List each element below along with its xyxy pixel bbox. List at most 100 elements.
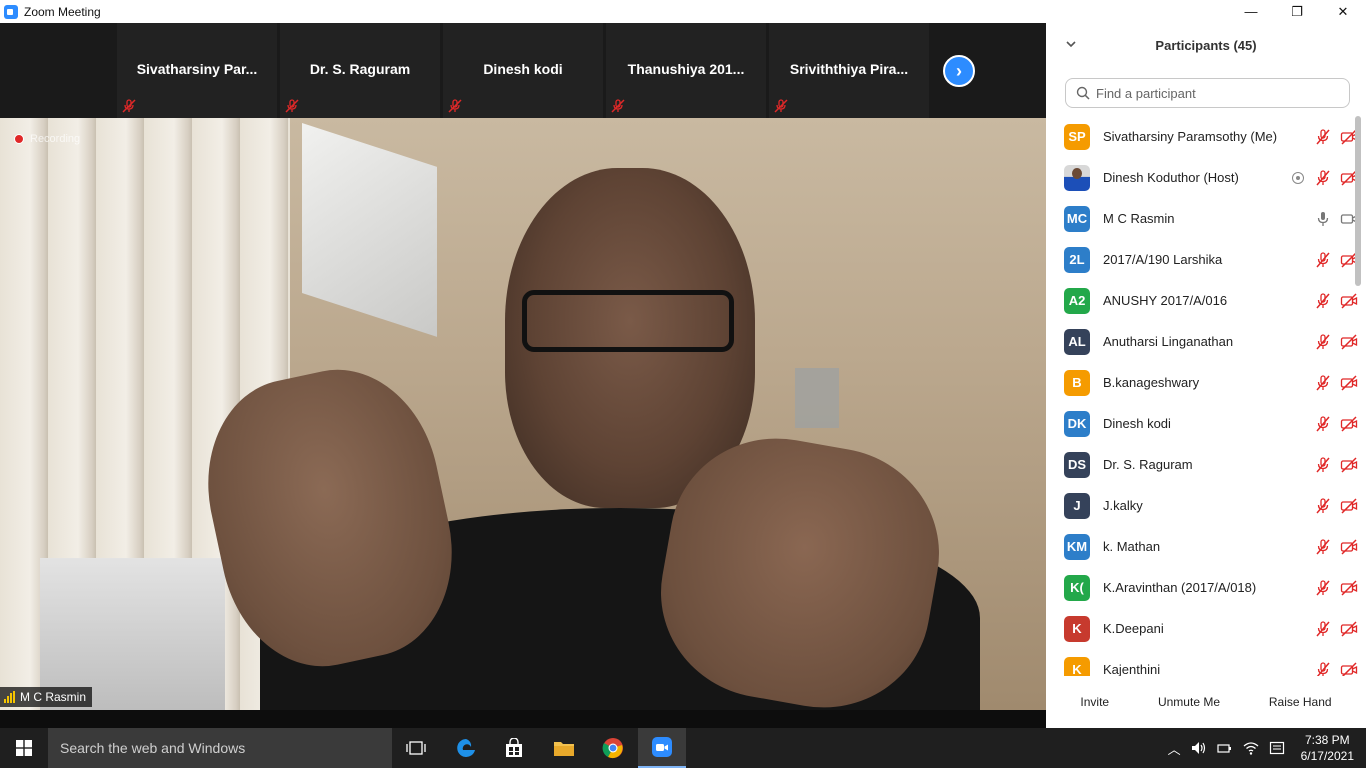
recording-text: Recording	[30, 133, 81, 145]
tile-name: Sivatharsiny Par...	[136, 61, 258, 77]
participant-name: Dr. S. Raguram	[1103, 457, 1193, 472]
muted-mic-icon[interactable]	[1314, 620, 1332, 638]
background-air-conditioner	[302, 123, 437, 337]
participant-row[interactable]: DK Dinesh kodi	[1046, 403, 1358, 444]
start-button[interactable]	[0, 728, 48, 768]
taskbar-search-box[interactable]: Search the web and Windows	[48, 728, 392, 768]
close-button[interactable]: ✕	[1320, 0, 1366, 23]
participant-name: Dinesh Koduthor (Host)	[1103, 170, 1239, 185]
muted-mic-icon[interactable]	[1314, 169, 1332, 187]
next-page-button[interactable]: ›	[943, 55, 975, 87]
muted-mic-icon	[285, 99, 299, 113]
participant-status-icons	[1314, 620, 1358, 638]
windows-taskbar: Search the web and Windows ︿ 7:38 PM 6/1…	[0, 728, 1366, 768]
muted-mic-icon[interactable]	[1314, 251, 1332, 269]
participant-row[interactable]: DS Dr. S. Raguram	[1046, 444, 1358, 485]
battery-plug-icon[interactable]	[1217, 741, 1233, 755]
participant-row[interactable]: 2L 2017/A/190 Larshika	[1046, 239, 1358, 280]
invite-button[interactable]: Invite	[1074, 691, 1115, 713]
participant-status-icons	[1314, 292, 1358, 310]
store-taskbar-button[interactable]	[490, 728, 538, 768]
gallery-tile[interactable]: Dinesh kodi	[443, 23, 603, 118]
edge-taskbar-button[interactable]	[442, 728, 490, 768]
system-tray: ︿ 7:38 PM 6/17/2021	[1168, 728, 1354, 768]
muted-mic-icon[interactable]	[1314, 538, 1332, 556]
search-input[interactable]	[1096, 85, 1336, 101]
participants-panel: Participants (45) SP Sivatharsiny Paramso…	[1046, 23, 1366, 728]
search-icon	[1076, 86, 1090, 100]
clock-time: 7:38 PM	[1304, 733, 1350, 747]
chevron-up-icon[interactable]: ︿	[1168, 739, 1181, 758]
participant-row[interactable]: A2 ANUSHY 2017/A/016	[1046, 280, 1358, 321]
participant-avatar: KM	[1064, 533, 1090, 560]
folder-icon	[554, 742, 574, 756]
participant-row[interactable]: KM k. Mathan	[1046, 526, 1358, 567]
participant-row[interactable]: K Kajenthini	[1046, 649, 1358, 676]
zoom-app-icon	[652, 737, 672, 757]
maximize-button[interactable]: ❐	[1274, 0, 1320, 23]
muted-mic-icon[interactable]	[1314, 374, 1332, 392]
muted-mic-icon	[122, 99, 136, 113]
gallery-tile[interactable]: Dr. S. Raguram	[280, 23, 440, 118]
signal-strength-icon	[4, 691, 15, 703]
participant-status-icons	[1314, 579, 1358, 597]
participant-avatar: J	[1064, 492, 1090, 519]
unmute-me-button[interactable]: Unmute Me	[1152, 691, 1226, 713]
participant-row[interactable]: SP Sivatharsiny Paramsothy (Me)	[1046, 116, 1358, 157]
gallery-tile[interactable]: Sivatharsiny Par...	[117, 23, 277, 118]
muted-mic-icon[interactable]	[1314, 128, 1332, 146]
zoom-taskbar-button[interactable]	[638, 728, 686, 768]
participant-row[interactable]: AL Anutharsi Linganathan	[1046, 321, 1358, 362]
minimize-button[interactable]: —	[1228, 0, 1274, 23]
taskbar-clock[interactable]: 7:38 PM 6/17/2021	[1301, 732, 1354, 764]
volume-icon[interactable]	[1191, 741, 1207, 755]
wifi-icon[interactable]	[1243, 741, 1259, 755]
muted-mic-icon[interactable]	[1314, 456, 1332, 474]
chrome-taskbar-button[interactable]	[589, 728, 637, 768]
participant-name: Anutharsi Linganathan	[1103, 334, 1234, 349]
gallery-tile[interactable]: Sriviththiya Pira...	[769, 23, 929, 118]
file-explorer-taskbar-button[interactable]	[540, 728, 588, 768]
participant-name: Dinesh kodi	[1103, 416, 1171, 431]
muted-mic-icon[interactable]	[1314, 579, 1332, 597]
participant-name: K.Deepani	[1103, 621, 1164, 636]
notification-icon[interactable]	[1269, 741, 1285, 755]
participant-avatar: K	[1064, 615, 1090, 642]
participant-name: 2017/A/190 Larshika	[1103, 252, 1223, 267]
participant-row[interactable]: Dinesh Koduthor (Host)	[1046, 157, 1358, 198]
participant-row[interactable]: MC M C Rasmin	[1046, 198, 1358, 239]
task-view-button[interactable]	[392, 728, 440, 768]
participant-status-icons	[1314, 456, 1358, 474]
gallery-tile[interactable]: Thanushiya 201...	[606, 23, 766, 118]
participant-row[interactable]: K(K.Aravinthan (2017/A/018)	[1046, 567, 1358, 608]
raise-hand-button[interactable]: Raise Hand	[1263, 691, 1338, 713]
edge-browser-icon	[457, 739, 475, 757]
muted-mic-icon[interactable]	[1314, 415, 1332, 433]
clock-date: 6/17/2021	[1300, 749, 1354, 763]
participant-status-icons	[1314, 210, 1358, 228]
participant-status-icons	[1314, 661, 1358, 677]
participant-list: SP Sivatharsiny Paramsothy (Me) Dinesh Kod…	[1046, 116, 1366, 676]
muted-mic-icon[interactable]	[1314, 497, 1332, 515]
zoom-app-icon	[4, 4, 18, 19]
participant-status-icons	[1314, 128, 1358, 146]
muted-mic-icon[interactable]	[1314, 292, 1332, 310]
participant-avatar: SP	[1064, 123, 1090, 150]
muted-mic-icon	[774, 99, 788, 113]
participant-search[interactable]	[1065, 78, 1350, 108]
chevron-right-icon: ›	[956, 60, 962, 81]
participant-list-scrollbar[interactable]	[1355, 116, 1361, 676]
participant-avatar: AL	[1064, 328, 1090, 355]
participant-status-icons	[1314, 497, 1358, 515]
scrollbar-thumb[interactable]	[1355, 116, 1361, 286]
panel-title: Participants (45)	[1155, 38, 1257, 53]
participant-name: M C Rasmin	[1103, 211, 1175, 226]
participant-row[interactable]: J J.kalky	[1046, 485, 1358, 526]
microphone-icon[interactable]	[1314, 210, 1332, 228]
background-vent	[795, 368, 839, 428]
participant-row[interactable]: K K.Deepani	[1046, 608, 1358, 649]
muted-mic-icon[interactable]	[1314, 333, 1332, 351]
muted-mic-icon[interactable]	[1314, 661, 1332, 677]
participant-row[interactable]: B B.kanageshwary	[1046, 362, 1358, 403]
participant-status-icons	[1314, 333, 1358, 351]
